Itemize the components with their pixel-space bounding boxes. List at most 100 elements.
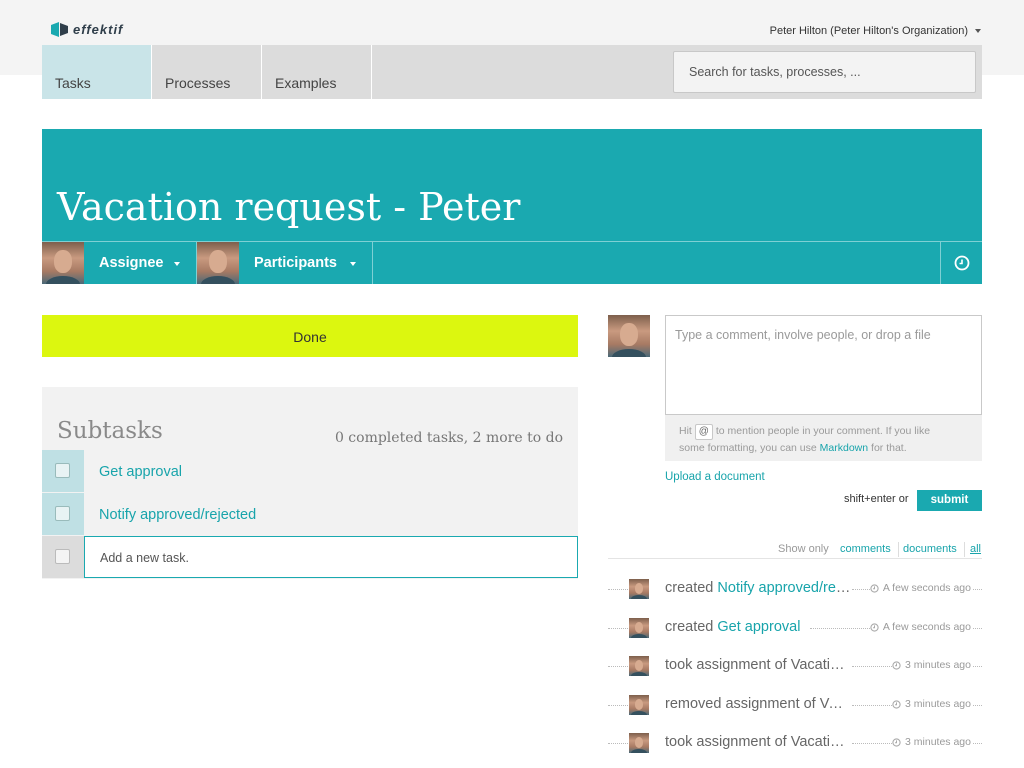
activity-time: A few seconds ago — [869, 621, 971, 633]
current-user-avatar — [608, 315, 650, 357]
activity-text: took assignment of Vacation request - Pe… — [665, 657, 849, 673]
hint-text: Hit — [679, 425, 692, 437]
caret-down-icon — [975, 29, 981, 33]
filter-documents[interactable]: documents — [903, 543, 957, 555]
leader-line — [608, 589, 628, 590]
activity-text: removed assignment of Vacation request -… — [665, 696, 849, 712]
activity-time: A few seconds ago — [869, 582, 971, 594]
assignee-avatar[interactable] — [42, 242, 84, 284]
leader-line — [852, 666, 894, 667]
logo-icon — [51, 22, 68, 37]
clock-icon — [892, 699, 901, 709]
tab-label: Tasks — [55, 75, 91, 91]
subtasks-panel: Subtasks 0 completed tasks, 2 more to do… — [42, 387, 578, 579]
leader-line — [608, 666, 628, 667]
participants-button[interactable]: Participants — [239, 242, 373, 284]
activity-action: created — [665, 580, 714, 596]
hint-text: some formatting, you can use — [679, 442, 817, 454]
subtasks-title: Subtasks — [57, 418, 163, 444]
checkbox-icon — [55, 549, 70, 564]
clock-icon — [870, 622, 879, 632]
leader-line — [973, 589, 982, 590]
activity-text: took assignment of Vacation request - Pe… — [665, 734, 849, 750]
leader-line — [852, 743, 894, 744]
assignee-button[interactable]: Assignee — [84, 242, 197, 284]
filter-divider — [898, 542, 899, 557]
leader-line — [608, 628, 628, 629]
clock-icon — [870, 583, 879, 593]
leader-line — [973, 628, 982, 629]
subtasks-summary: 0 completed tasks, 2 more to do — [334, 430, 563, 446]
clock-icon — [892, 737, 901, 747]
leader-line — [608, 705, 628, 706]
leader-line — [852, 705, 894, 706]
activity-avatar[interactable] — [629, 695, 649, 715]
main-nav: Tasks Processes Examples Search for task… — [42, 45, 982, 99]
subtask-label[interactable]: Get approval — [99, 464, 182, 480]
activity-filter: Show only comments documents all — [608, 542, 982, 559]
activity-action: took assignment of — [665, 657, 787, 673]
activity-item: removed assignment of Vacation request -… — [608, 693, 982, 717]
search-input[interactable]: Search for tasks, processes, ... — [673, 51, 976, 93]
tab-tasks[interactable]: Tasks — [42, 45, 152, 99]
user-menu[interactable]: Peter Hilton (Peter Hilton's Organizatio… — [770, 25, 981, 37]
done-button[interactable]: Done — [42, 315, 578, 357]
app-logo[interactable]: effektif — [51, 22, 123, 37]
activity-item: took assignment of Vacation request - Pe… — [608, 654, 982, 678]
hint-text: to mention people in your comment. If yo… — [715, 425, 931, 437]
activity-action: removed assignment of — [665, 696, 816, 712]
upload-document-link[interactable]: Upload a document — [665, 471, 765, 483]
tab-label: Examples — [275, 75, 337, 91]
subtask-checkbox[interactable] — [42, 493, 84, 535]
activity-time: 3 minutes ago — [892, 736, 971, 748]
logo-text: effektif — [73, 22, 124, 37]
activity-target[interactable]: Vacation request - Peter — [820, 696, 849, 712]
leader-line — [973, 666, 982, 667]
activity-time-text: 3 minutes ago — [905, 698, 971, 710]
activity-avatar[interactable] — [629, 618, 649, 638]
new-subtask-checkbox[interactable] — [42, 536, 84, 578]
filter-label: Show only — [778, 543, 829, 555]
activity-item: took assignment of Vacation request - Pe… — [608, 731, 982, 755]
filter-all[interactable]: all — [970, 543, 981, 555]
leader-line — [973, 705, 982, 706]
caret-down-icon — [174, 262, 180, 266]
activity-item: created Notify approved/rejected A few s… — [608, 577, 982, 601]
checkbox-icon — [55, 463, 70, 478]
tab-label: Processes — [165, 75, 231, 91]
leader-line — [973, 743, 982, 744]
tab-examples[interactable]: Examples — [262, 45, 372, 99]
activity-action: took assignment of — [665, 734, 787, 750]
submit-button[interactable]: submit — [917, 490, 982, 511]
activity-avatar[interactable] — [629, 579, 649, 599]
task-title[interactable]: Vacation request - Peter — [57, 185, 520, 229]
clock-icon — [954, 255, 970, 271]
task-people-bar: Assignee Participants — [42, 241, 982, 284]
subtask-row: Notify approved/rejected — [42, 493, 578, 535]
subtask-row: Get approval — [42, 450, 578, 492]
reminder-button[interactable] — [940, 242, 982, 284]
participants-label: Participants — [254, 255, 337, 271]
user-label: Peter Hilton (Peter Hilton's Organizatio… — [769, 25, 968, 37]
activity-avatar[interactable] — [629, 656, 649, 676]
activity-time: 3 minutes ago — [892, 698, 971, 710]
subtask-label[interactable]: Notify approved/rejected — [99, 507, 256, 523]
activity-target-link[interactable]: Get approval — [717, 619, 800, 635]
activity-target[interactable]: Vacation request - Peter — [791, 734, 849, 750]
activity-time-text: 3 minutes ago — [905, 736, 971, 748]
activity-time-text: A few seconds ago — [882, 582, 971, 594]
task-header: Vacation request - Peter Assignee Partic… — [42, 129, 982, 284]
activity-avatar[interactable] — [629, 733, 649, 753]
comment-hint: Hit @ to mention people in your comment.… — [665, 415, 982, 461]
filter-comments[interactable]: comments — [840, 543, 891, 555]
participant-avatar[interactable] — [197, 242, 239, 284]
new-subtask-row: Add a new task. — [42, 536, 578, 578]
tab-processes[interactable]: Processes — [152, 45, 262, 99]
comment-input[interactable]: Type a comment, involve people, or drop … — [665, 315, 982, 415]
markdown-link[interactable]: Markdown — [820, 442, 868, 454]
subtask-checkbox[interactable] — [42, 450, 84, 492]
activity-target-link[interactable]: Notify approved/rejected — [717, 580, 851, 596]
activity-time-text: A few seconds ago — [882, 621, 971, 633]
new-subtask-input[interactable]: Add a new task. — [84, 536, 578, 578]
activity-target[interactable]: Vacation request - Peter — [791, 657, 849, 673]
